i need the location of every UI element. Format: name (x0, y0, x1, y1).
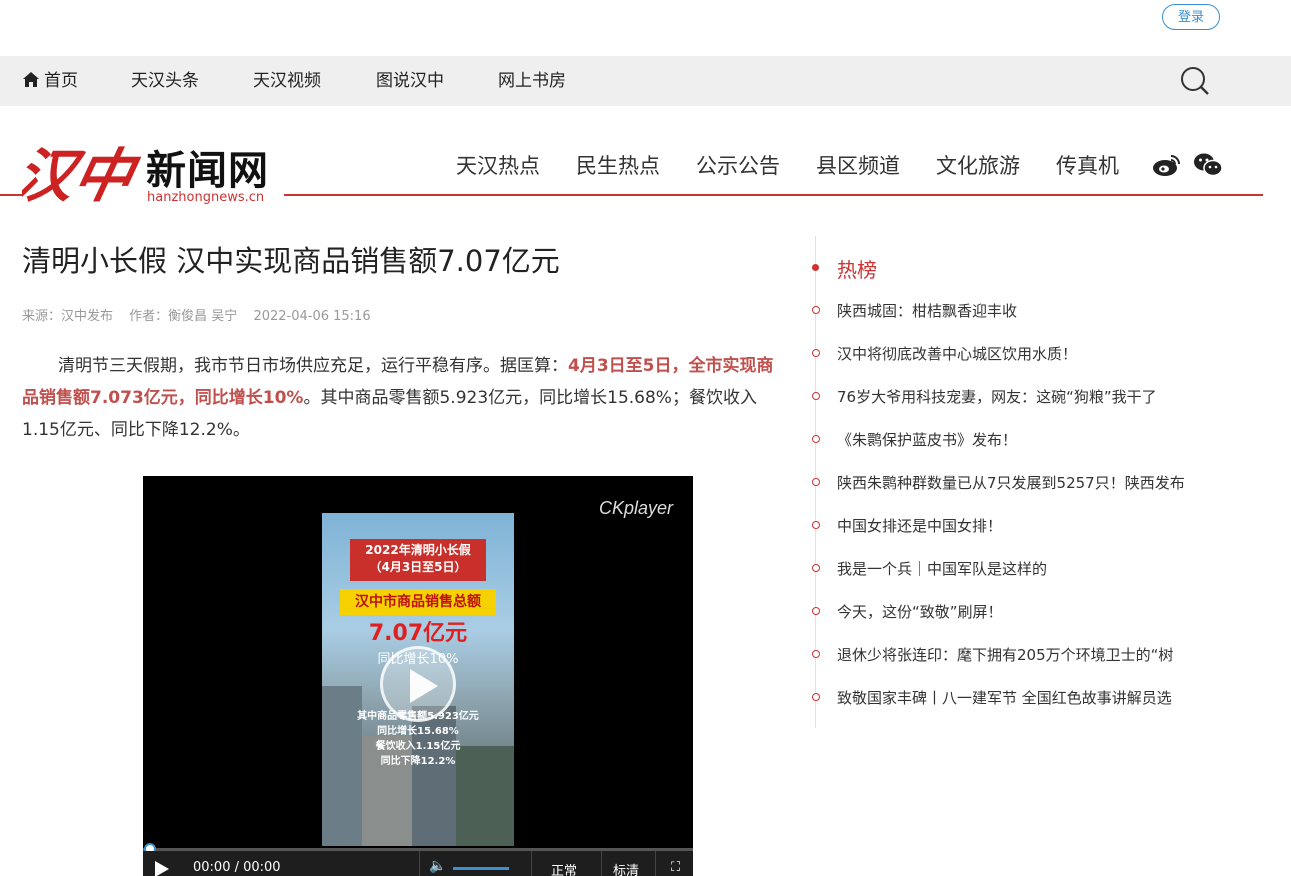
hot-item[interactable]: 中国女排还是中国女排！ (812, 515, 1236, 537)
login-button[interactable]: 登录 (1162, 4, 1220, 30)
player-controls: 00:00 / 00:00 🔈 正常 标清 ⛶ (143, 851, 693, 876)
article-source: 来源：汉中发布 (22, 309, 114, 324)
hot-item-label: 陕西城固：柑桔飘香迎丰收 (837, 302, 1018, 320)
logo-calligraphy: 汉中 (9, 142, 145, 210)
video-player[interactable]: CKplayer 2022年清明小长假 （4月3日至5日） 汉中市商品销售总额 … (143, 476, 693, 876)
player-brand: CKplayer (598, 498, 673, 518)
bullet-icon (812, 392, 820, 400)
nav-online-bookstore[interactable]: 网上书房 (498, 56, 566, 106)
bullet-icon (812, 564, 820, 572)
hot-item[interactable]: 《朱鹮保护蓝皮书》发布！ (812, 429, 1236, 451)
article-body: 清明节三天假期，我市节日市场供应充足，运行平稳有序。据匡算：4月3日至5日，全市… (22, 350, 782, 446)
svg-text:汉中: 汉中 (22, 142, 142, 210)
top-nav: 首页 天汉头条 天汉视频 图说汉中 网上书房 (0, 56, 1291, 106)
hot-item[interactable]: 致敬国家丰碑丨八一建军节 全国红色故事讲解员选 (812, 687, 1236, 709)
hot-item-label: 《朱鹮保护蓝皮书》发布！ (837, 431, 1018, 449)
poster-line: 餐饮收入1.15亿元 (375, 741, 461, 752)
divider (601, 851, 602, 876)
divider (419, 851, 420, 876)
nav-photo-hanzhong[interactable]: 图说汉中 (376, 56, 444, 106)
nav-tianhan-video[interactable]: 天汉视频 (253, 56, 321, 106)
hot-list-title: 热榜 (837, 258, 877, 282)
quality-button[interactable]: 标清 (613, 860, 639, 876)
channel-fax[interactable]: 传真机 (1056, 150, 1119, 180)
divider (655, 851, 656, 876)
channel-announcements[interactable]: 公示公告 (696, 150, 780, 180)
channel-livelihood-hot[interactable]: 民生热点 (576, 150, 660, 180)
bullet-icon (812, 521, 820, 529)
fullscreen-icon[interactable]: ⛶ (671, 860, 680, 875)
title-marker (812, 264, 819, 271)
channel-tianhan-hot[interactable]: 天汉热点 (456, 150, 540, 180)
article-meta: 来源：汉中发布 作者：衡俊昌 吴宁 2022-04-06 15:16 (22, 305, 383, 324)
poster-band: 汉中市商品销售总额 (340, 589, 496, 615)
bullet-icon (812, 693, 820, 701)
channel-culture-travel[interactable]: 文化旅游 (936, 150, 1020, 180)
hot-item-label: 汉中将彻底改善中心城区饮用水质！ (837, 345, 1078, 363)
home-icon (23, 71, 39, 87)
hot-item[interactable]: 退休少将张连印：麾下拥有205万个环境卫士的“树 (812, 644, 1236, 666)
hot-item[interactable]: 76岁大爷用科技宠妻，网友：这碗“狗粮”我干了 (812, 386, 1236, 408)
hot-item-label: 我是一个兵｜中国军队是这样的 (837, 560, 1048, 578)
divider (531, 851, 532, 876)
hot-item-label: 76岁大爷用科技宠妻，网友：这碗“狗粮”我干了 (837, 388, 1157, 406)
hot-item-label: 致敬国家丰碑丨八一建军节 全国红色故事讲解员选 (837, 689, 1172, 707)
article-title: 清明小长假 汉中实现商品销售额7.07亿元 (22, 244, 560, 278)
hot-item-label: 中国女排还是中国女排！ (837, 517, 1003, 535)
bullet-icon (812, 478, 820, 486)
play-icon (410, 669, 438, 703)
hot-item[interactable]: 陕西城固：柑桔飘香迎丰收 (812, 300, 1236, 322)
nav-tianhan-headlines[interactable]: 天汉头条 (131, 56, 199, 106)
hot-item-label: 陕西朱鹮种群数量已从7只发展到5257只！陕西发布 (837, 474, 1185, 492)
wechat-icon[interactable] (1193, 152, 1223, 178)
poster-line: 同比增长15.68% (377, 726, 459, 737)
hot-item[interactable]: 陕西朱鹮种群数量已从7只发展到5257只！陕西发布 (812, 472, 1236, 494)
poster-heading: 2022年清明小长假 （4月3日至5日） (350, 539, 486, 581)
article-date: 2022-04-06 15:16 (253, 309, 371, 324)
article-author: 作者：衡俊昌 吴宁 (129, 309, 238, 324)
bullet-icon (812, 306, 820, 314)
logo-url: hanzhongnews.cn (147, 190, 265, 205)
poster-title-2: （4月3日至5日） (369, 560, 467, 574)
volume-icon[interactable]: 🔈 (429, 858, 446, 874)
top-strip: 登录 (0, 0, 1291, 56)
nav-home[interactable]: 首页 (22, 56, 78, 106)
logo-text: 新闻网 (146, 147, 269, 194)
hot-item-label: 退休少将张连印：麾下拥有205万个环境卫士的“树 (837, 646, 1174, 664)
bullet-icon (812, 435, 820, 443)
bullet-icon (812, 650, 820, 658)
play-icon[interactable] (155, 861, 169, 876)
weibo-icon[interactable] (1152, 152, 1182, 178)
speed-button[interactable]: 正常 (551, 860, 577, 876)
body-text-1: 清明节三天假期，我市节日市场供应充足，运行平稳有序。据匡算： (58, 356, 568, 376)
poster-line: 同比下降12.2% (380, 756, 456, 767)
channel-county[interactable]: 县区频道 (816, 150, 900, 180)
bullet-icon (812, 607, 820, 615)
hot-list-sidebar: 热榜 陕西城固：柑桔飘香迎丰收 汉中将彻底改善中心城区饮用水质！ 76岁大爷用科… (812, 236, 1236, 728)
time-display: 00:00 / 00:00 (193, 860, 281, 875)
hot-item[interactable]: 汉中将彻底改善中心城区饮用水质！ (812, 343, 1236, 365)
bullet-icon (812, 349, 820, 357)
nav-home-label: 首页 (44, 71, 78, 91)
play-overlay-button[interactable] (380, 646, 456, 722)
hot-item[interactable]: 今天，这份“致敬”刷屏！ (812, 601, 1236, 623)
hot-item-label: 今天，这份“致敬”刷屏！ (837, 603, 1003, 621)
search-icon[interactable] (1180, 66, 1210, 96)
poster-title-1: 2022年清明小长假 (365, 543, 471, 557)
poster-amount: 7.07亿元 (368, 621, 468, 646)
hot-item[interactable]: 我是一个兵｜中国军队是这样的 (812, 558, 1236, 580)
